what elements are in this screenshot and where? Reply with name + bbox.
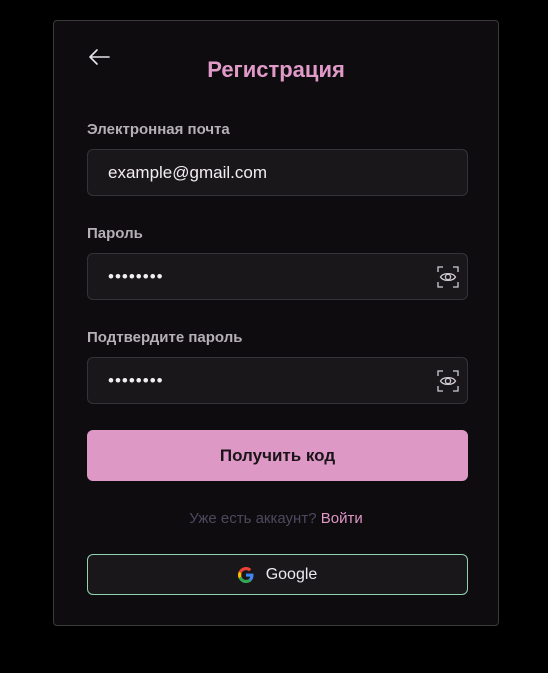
email-field[interactable]	[88, 150, 467, 195]
login-prompt-text: Уже есть аккаунт?	[189, 510, 317, 527]
login-prompt-row: Уже есть аккаунт? Войти	[54, 510, 498, 527]
email-label: Электронная почта	[87, 121, 230, 138]
google-button-label: Google	[265, 565, 318, 583]
password-field[interactable]	[88, 254, 467, 299]
get-code-button[interactable]: Получить код	[87, 430, 468, 481]
registration-card: Регистрация Электронная почта Пароль Под…	[53, 20, 499, 626]
confirm-password-label: Подтвердите пароль	[87, 329, 243, 346]
confirm-password-field[interactable]	[88, 358, 467, 403]
confirm-password-field-wrapper	[87, 357, 468, 404]
password-field-wrapper	[87, 253, 468, 300]
login-link[interactable]: Войти	[321, 510, 363, 527]
password-label: Пароль	[87, 225, 143, 242]
page-title: Регистрация	[207, 57, 345, 82]
google-signin-button[interactable]: Google	[87, 554, 468, 595]
email-field-wrapper	[87, 149, 468, 196]
eye-icon[interactable]	[437, 370, 459, 392]
eye-icon[interactable]	[437, 266, 459, 288]
google-logo-icon	[237, 566, 254, 583]
